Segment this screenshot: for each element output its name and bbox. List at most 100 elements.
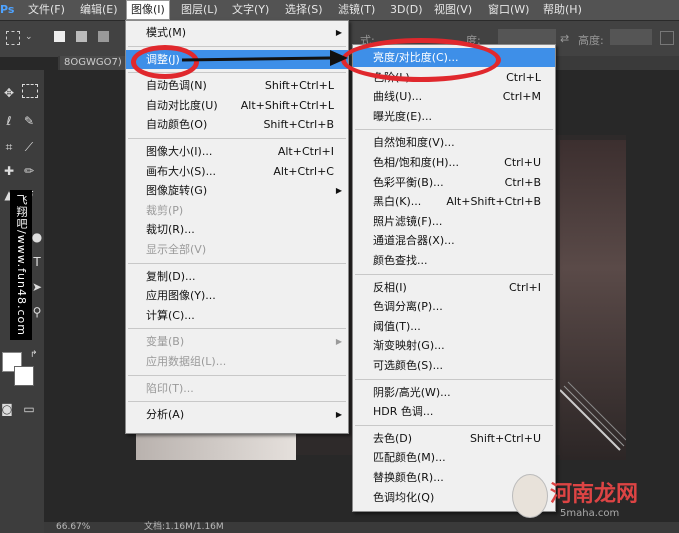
menu-item[interactable]: 图像大小(I)... Alt+Ctrl+I (126, 142, 348, 161)
menu-item[interactable]: 自动色调(N) Shift+Ctrl+L (126, 76, 348, 95)
menu-item[interactable]: HDR 色调... (353, 402, 555, 421)
screen-mode-icon[interactable]: ▭ (22, 402, 36, 416)
menu-item-label: 裁切(R)... (146, 223, 195, 237)
menu-separator (128, 328, 346, 330)
healing-brush-tool-icon[interactable]: ✚ (2, 164, 16, 178)
brush-tool-icon[interactable]: ✏ (22, 164, 36, 178)
zoom-level: 66.67% (56, 522, 91, 532)
menu-window[interactable]: 窗口(W) (488, 2, 529, 18)
menu-item-label: 自动色调(N) (146, 79, 207, 93)
menu-item[interactable]: 阈值(T)... (353, 317, 555, 336)
menu-item-shortcut: Ctrl+U (504, 156, 541, 169)
menu-item-label: 去色(D) (373, 431, 413, 445)
watermark-logo-text: 河南龙网 (550, 482, 639, 507)
menu-file[interactable]: 文件(F) (28, 2, 65, 18)
move-tool-icon[interactable]: ✥ (2, 86, 16, 100)
menu-item[interactable]: 应用图像(Y)... (126, 286, 348, 305)
lasso-tool-icon[interactable]: ℓ (2, 114, 16, 128)
menu-filter[interactable]: 滤镜(T) (338, 2, 375, 18)
menu-edit[interactable]: 编辑(E) (80, 2, 118, 18)
menu-item[interactable]: 曲线(U)... Ctrl+M (353, 87, 555, 106)
menu-item-label: 曲线(U)... (373, 90, 423, 104)
chevron-down-icon[interactable]: ⌄ (25, 32, 33, 42)
menu-item[interactable]: 颜色查找... (353, 251, 555, 270)
menu-item[interactable]: 分析(A) ▶ (126, 405, 348, 424)
menu-view[interactable]: 视图(V) (434, 2, 472, 18)
add-selection-icon[interactable] (76, 31, 87, 42)
path-selection-tool-icon[interactable]: ➤ (30, 280, 44, 294)
menu-item[interactable]: 图像旋转(G) ▶ (126, 181, 348, 200)
menu-item: 应用数据组(L)... (126, 352, 348, 371)
menu-item[interactable]: 通道混合器(X)... (353, 231, 555, 250)
menu-item[interactable]: 匹配颜色(M)... (353, 448, 555, 467)
swap-icon[interactable]: ⇄ (560, 32, 569, 45)
type-tool-icon[interactable]: T (30, 255, 44, 269)
height-input[interactable] (610, 29, 652, 45)
document-tab[interactable]: 8OGWGO7) (60, 56, 130, 70)
menu-item[interactable]: 自动对比度(U) Alt+Shift+Ctrl+L (126, 96, 348, 115)
menu-separator (128, 262, 346, 264)
menu-item[interactable]: 曝光度(E)... (353, 107, 555, 126)
menu-type[interactable]: 文字(Y) (232, 2, 269, 18)
marquee-icon[interactable] (6, 31, 20, 45)
eyedropper-tool-icon[interactable]: ⟋ (22, 140, 36, 154)
background-color-swatch[interactable] (14, 366, 34, 386)
menu-item[interactable]: 色彩平衡(B)... Ctrl+B (353, 173, 555, 192)
menu-item-label: 可选颜色(S)... (373, 359, 444, 372)
quick-selection-tool-icon[interactable]: ✎ (22, 114, 36, 128)
crop-tool-icon[interactable]: ⌗ (2, 140, 16, 154)
menu-item[interactable]: 黑白(K)... Alt+Shift+Ctrl+B (353, 192, 555, 211)
menu-item-label: 通道混合器(X)... (373, 234, 455, 248)
menu-item[interactable]: 反相(I) Ctrl+I (353, 278, 555, 297)
width-input[interactable] (498, 29, 556, 45)
quick-mask-icon[interactable]: ◙ (0, 402, 14, 416)
menu-item-label: 图像大小(I)... (146, 145, 213, 158)
menu-item[interactable]: 裁切(R)... (126, 220, 348, 239)
menu-item-shortcut: Shift+Ctrl+L (264, 79, 334, 93)
refine-edge-button[interactable] (660, 31, 674, 45)
menu-3d[interactable]: 3D(D) (390, 2, 423, 18)
menu-item-label: 陷印(T)... (146, 381, 194, 395)
menu-item-shortcut: Alt+Shift+Ctrl+L (240, 98, 334, 112)
menu-item[interactable]: 色调分离(P)... (353, 297, 555, 316)
menu-separator (355, 273, 553, 275)
gradient-tool-icon[interactable]: ● (30, 230, 44, 244)
menu-separator (355, 378, 553, 380)
menu-item[interactable]: 色相/饱和度(H)... Ctrl+U (353, 153, 555, 172)
menu-image[interactable]: 图像(I) (126, 0, 170, 20)
new-selection-icon[interactable] (54, 31, 65, 42)
rectangular-marquee-tool-icon[interactable] (22, 84, 38, 98)
menu-item-label: 反相(I) (373, 280, 407, 294)
menu-separator (355, 129, 553, 131)
swap-colors-icon[interactable]: ↱ (30, 350, 38, 360)
zoom-tool-icon[interactable]: ⚲ (30, 305, 44, 319)
menu-item[interactable]: 照片滤镜(F)... (353, 212, 555, 231)
menu-select[interactable]: 选择(S) (285, 2, 323, 18)
subtract-selection-icon[interactable] (98, 31, 109, 42)
menu-item-label: 色调分离(P)... (373, 300, 443, 314)
menu-item[interactable]: 自动颜色(O) Shift+Ctrl+B (126, 115, 348, 134)
menu-item[interactable]: 可选颜色(S)... (353, 356, 555, 375)
menu-item-label: 计算(C)... (146, 308, 195, 322)
menu-item-shortcut: Alt+Shift+Ctrl+B (446, 195, 541, 209)
submenu-arrow-icon: ▶ (335, 28, 342, 37)
menu-item-shortcut: Shift+Ctrl+B (263, 118, 334, 132)
menu-item[interactable]: 渐变映射(G)... (353, 336, 555, 355)
menu-separator (128, 401, 346, 403)
menu-item[interactable]: 画布大小(S)... Alt+Ctrl+C (126, 162, 348, 181)
menu-item-shortcut: Alt+Ctrl+I (277, 145, 334, 158)
menu-item-label: 应用图像(Y)... (146, 289, 216, 303)
menu-layer[interactable]: 图层(L) (181, 2, 218, 18)
menu-item[interactable]: 自然饱和度(V)... (353, 133, 555, 152)
menu-help[interactable]: 帮助(H) (543, 2, 582, 18)
menu-item-label: 分析(A) (146, 408, 185, 422)
annotation-oval-brightness (341, 38, 501, 82)
menu-item[interactable]: 去色(D) Shift+Ctrl+U (353, 429, 555, 448)
menu-item[interactable]: 模式(M) ▶ (126, 23, 348, 42)
menu-item[interactable]: 复制(D)... (126, 267, 348, 286)
menu-item[interactable]: 阴影/高光(W)... (353, 383, 555, 402)
menu-item[interactable]: 计算(C)... (126, 306, 348, 325)
menu-item-label: 自然饱和度(V)... (373, 136, 455, 150)
menu-item-label: 模式(M) (146, 26, 187, 39)
menu-item-label: 变量(B) (146, 335, 185, 349)
